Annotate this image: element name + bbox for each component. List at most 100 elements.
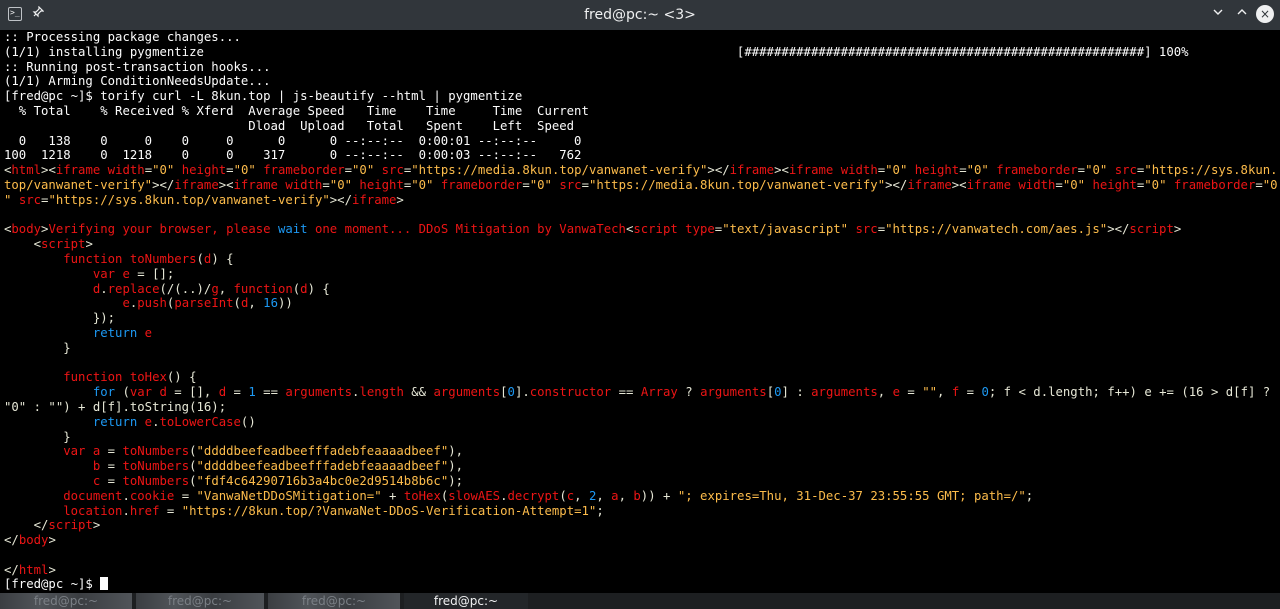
terminal-text: "": [922, 385, 938, 400]
terminal-text: "VanwaNetDDoSMitigation=": [196, 488, 382, 503]
tab-4-active[interactable]: fred@pc:~: [404, 593, 528, 609]
terminal-line: "0" : "") + d[f].toString(16);: [4, 400, 1280, 415]
terminal-text: width: [285, 177, 323, 192]
terminal-text: width: [840, 163, 878, 178]
terminal-text: "0": [352, 163, 375, 178]
terminal-text: "https://vanwatech.com/aes.js": [885, 222, 1108, 237]
terminal-text: Array: [640, 385, 678, 400]
terminal-line: var e = [];: [4, 267, 1280, 282]
terminal-text: e: [122, 266, 130, 281]
terminal-text: ,: [877, 385, 893, 400]
terminal-text: iframe: [174, 177, 219, 192]
terminal-text: iframe: [788, 163, 834, 178]
terminal-line: [fred@pc ~]$: [4, 577, 1280, 592]
terminal-text: 16: [263, 296, 278, 311]
terminal-text: iframe: [907, 177, 952, 192]
terminal-line: </body>: [4, 533, 1280, 548]
terminal-text: (: [115, 385, 130, 400]
terminal-line: return e: [4, 326, 1280, 341]
terminal-text: b: [633, 488, 641, 503]
terminal-text: "https://media.8kun.top/vanwanet-verify": [588, 177, 886, 192]
terminal-line: 100 1218 0 1218 0 0 317 0 --:--:-- 0:00:…: [4, 148, 1280, 163]
terminal-text: </: [4, 518, 49, 533]
terminal-text: >: [1173, 222, 1182, 237]
terminal-text: toLowerCase: [159, 414, 241, 429]
terminal-text: =: [144, 163, 153, 178]
tab-2[interactable]: fred@pc:~: [136, 593, 264, 609]
tab-1[interactable]: fred@pc:~: [0, 593, 132, 609]
terminal-text: 0: [507, 385, 515, 400]
terminal-text: =: [1255, 177, 1263, 192]
terminal-text: :: Processing package changes...: [4, 30, 241, 44]
terminal-text: =: [1055, 177, 1063, 192]
terminal-text: height: [1092, 177, 1137, 192]
terminal-text: e: [144, 325, 153, 340]
terminal-text: function: [63, 251, 123, 266]
terminal-line: }: [4, 341, 1280, 356]
terminal-text: .: [122, 503, 130, 518]
terminal-line: e.push(parseInt(d, 16)): [4, 296, 1280, 311]
terminal-text: .: [122, 488, 130, 503]
terminal-text: "0": [411, 177, 434, 192]
terminal-text: ;: [1025, 488, 1034, 503]
terminal-text: html: [18, 562, 49, 577]
terminal-line: }: [4, 430, 1280, 445]
terminal-text: function: [63, 370, 123, 385]
terminal-text: .: [100, 281, 108, 296]
terminal-text: length: [359, 385, 404, 400]
tab-3[interactable]: fred@pc:~: [268, 593, 400, 609]
terminal-text: frameborder: [1173, 177, 1256, 192]
terminal-text: iframe: [55, 163, 101, 178]
terminal-text: decrypt: [507, 488, 560, 503]
terminal-line: </html>: [4, 563, 1280, 578]
terminal-text: arguments: [811, 385, 878, 400]
terminal-line: <body>Verifying your browser, please wai…: [4, 222, 1280, 237]
terminal-text: =: [100, 459, 123, 474]
terminal-text: "; expires=Thu, 31-Dec-37 23:55:55 GMT; …: [677, 488, 1026, 503]
terminal-text: return: [92, 325, 138, 340]
terminal-text: toHex: [403, 488, 441, 503]
terminal-text: "https://sys.8kun.: [1144, 163, 1278, 178]
terminal-text: = [],: [166, 385, 219, 400]
terminal-text: =: [226, 385, 249, 400]
terminal-output[interactable]: :: Processing package changes... (1/1) in…: [4, 30, 1280, 593]
maximize-button[interactable]: [1232, 5, 1252, 25]
terminal-text: ,: [937, 385, 952, 400]
terminal-text: d: [300, 281, 308, 296]
minimize-button[interactable]: [1208, 5, 1228, 25]
terminal-text: "0": [233, 163, 256, 178]
close-button[interactable]: ×: [1256, 5, 1274, 23]
terminal-text: arguments: [285, 385, 353, 400]
terminal-text: =: [226, 163, 234, 178]
terminal-text: ),: [448, 444, 464, 459]
terminal-text: type: [685, 222, 715, 237]
terminal-text: )) +: [640, 488, 678, 503]
terminal-text: height: [359, 177, 404, 192]
terminal-text: ].: [514, 385, 530, 400]
terminal-text: });: [4, 311, 116, 326]
terminal-text: src: [559, 177, 582, 192]
terminal-text: toNumbers: [122, 444, 190, 459]
title-bar[interactable]: >_ fred@pc:~ <3> ×: [0, 0, 1280, 30]
terminal-text: height: [181, 163, 227, 178]
terminal-text: function: [233, 281, 293, 296]
terminal-text: location: [63, 503, 123, 518]
terminal-text: d: [159, 385, 167, 400]
terminal-text: ></: [885, 177, 908, 192]
terminal-text: ,: [618, 488, 634, 503]
terminal-text: =: [900, 385, 923, 400]
terminal-text: ></: [1107, 222, 1130, 237]
